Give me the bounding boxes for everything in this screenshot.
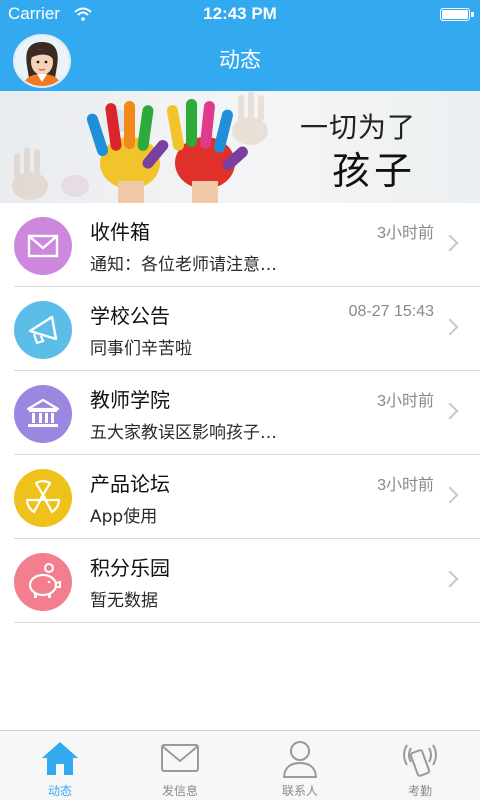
tab-label: 动态 — [47, 784, 72, 798]
attendance-icon — [403, 744, 437, 777]
banner-slogan-line2: 孩子 — [332, 149, 417, 193]
home-icon — [42, 742, 78, 775]
mail-icon — [14, 217, 72, 275]
chevron-right-icon — [441, 234, 459, 252]
battery-icon — [440, 8, 474, 21]
list-item-title: 积分乐园 — [90, 556, 170, 580]
list-item-time: 3小时前 — [377, 477, 434, 494]
list-item-product-forum[interactable]: 产品论坛 App使用 3小时前 — [14, 455, 480, 539]
forum-icon — [14, 469, 72, 527]
tab-label: 考勤 — [407, 784, 432, 798]
page-title: 动态 — [219, 48, 261, 72]
list-item-title: 收件箱 — [90, 220, 150, 244]
status-time: 12:43 PM — [203, 4, 277, 23]
list-item-time: 3小时前 — [377, 225, 434, 242]
chevron-right-icon — [441, 570, 459, 588]
feed-list: 收件箱 通知：各位老师请注意… 3小时前 学校公告 同事们辛苦啦 08-27 1… — [0, 203, 480, 623]
academy-icon — [14, 385, 72, 443]
megaphone-icon — [14, 301, 72, 359]
tab-label: 发信息 — [161, 784, 198, 798]
list-item-subtitle: 通知：各位老师请注意… — [90, 255, 277, 275]
tab-bar: 动态 发信息 联系人 考勤 — [0, 730, 480, 800]
tab-send-message[interactable]: 发信息 — [120, 731, 240, 801]
list-item-title: 教师学院 — [90, 388, 170, 412]
list-item-subtitle: App使用 — [90, 507, 158, 527]
contacts-icon — [282, 741, 318, 778]
tab-contacts[interactable]: 联系人 — [240, 731, 360, 801]
tab-feed[interactable]: 动态 — [0, 731, 120, 801]
list-item-title: 学校公告 — [90, 304, 170, 328]
header: Carrier 12:43 PM 动态 — [0, 0, 480, 91]
list-item-subtitle: 同事们辛苦啦 — [90, 339, 192, 359]
list-item-subtitle: 五大家教误区影响孩子… — [90, 423, 277, 443]
list-item-time: 08-27 15:43 — [348, 303, 434, 320]
chevron-right-icon — [441, 486, 459, 504]
list-item-teacher-academy[interactable]: 教师学院 五大家教误区影响孩子… 3小时前 — [14, 371, 480, 455]
chevron-right-icon — [441, 318, 459, 336]
list-item-title: 产品论坛 — [90, 472, 170, 496]
chevron-right-icon — [441, 402, 459, 420]
piggy-bank-icon — [14, 553, 72, 611]
list-item-inbox[interactable]: 收件箱 通知：各位老师请注意… 3小时前 — [14, 203, 480, 287]
colorful-hands-illustration — [12, 91, 268, 203]
list-item-school-notice[interactable]: 学校公告 同事们辛苦啦 08-27 15:43 — [14, 287, 480, 371]
message-icon — [161, 744, 199, 772]
tab-label: 联系人 — [281, 784, 318, 798]
list-item-subtitle: 暂无数据 — [90, 591, 158, 611]
list-item-points-park[interactable]: 积分乐园 暂无数据 — [14, 539, 480, 623]
status-bar: Carrier 12:43 PM — [0, 0, 480, 30]
list-item-time: 3小时前 — [377, 393, 434, 410]
tab-attendance[interactable]: 考勤 — [360, 731, 480, 801]
